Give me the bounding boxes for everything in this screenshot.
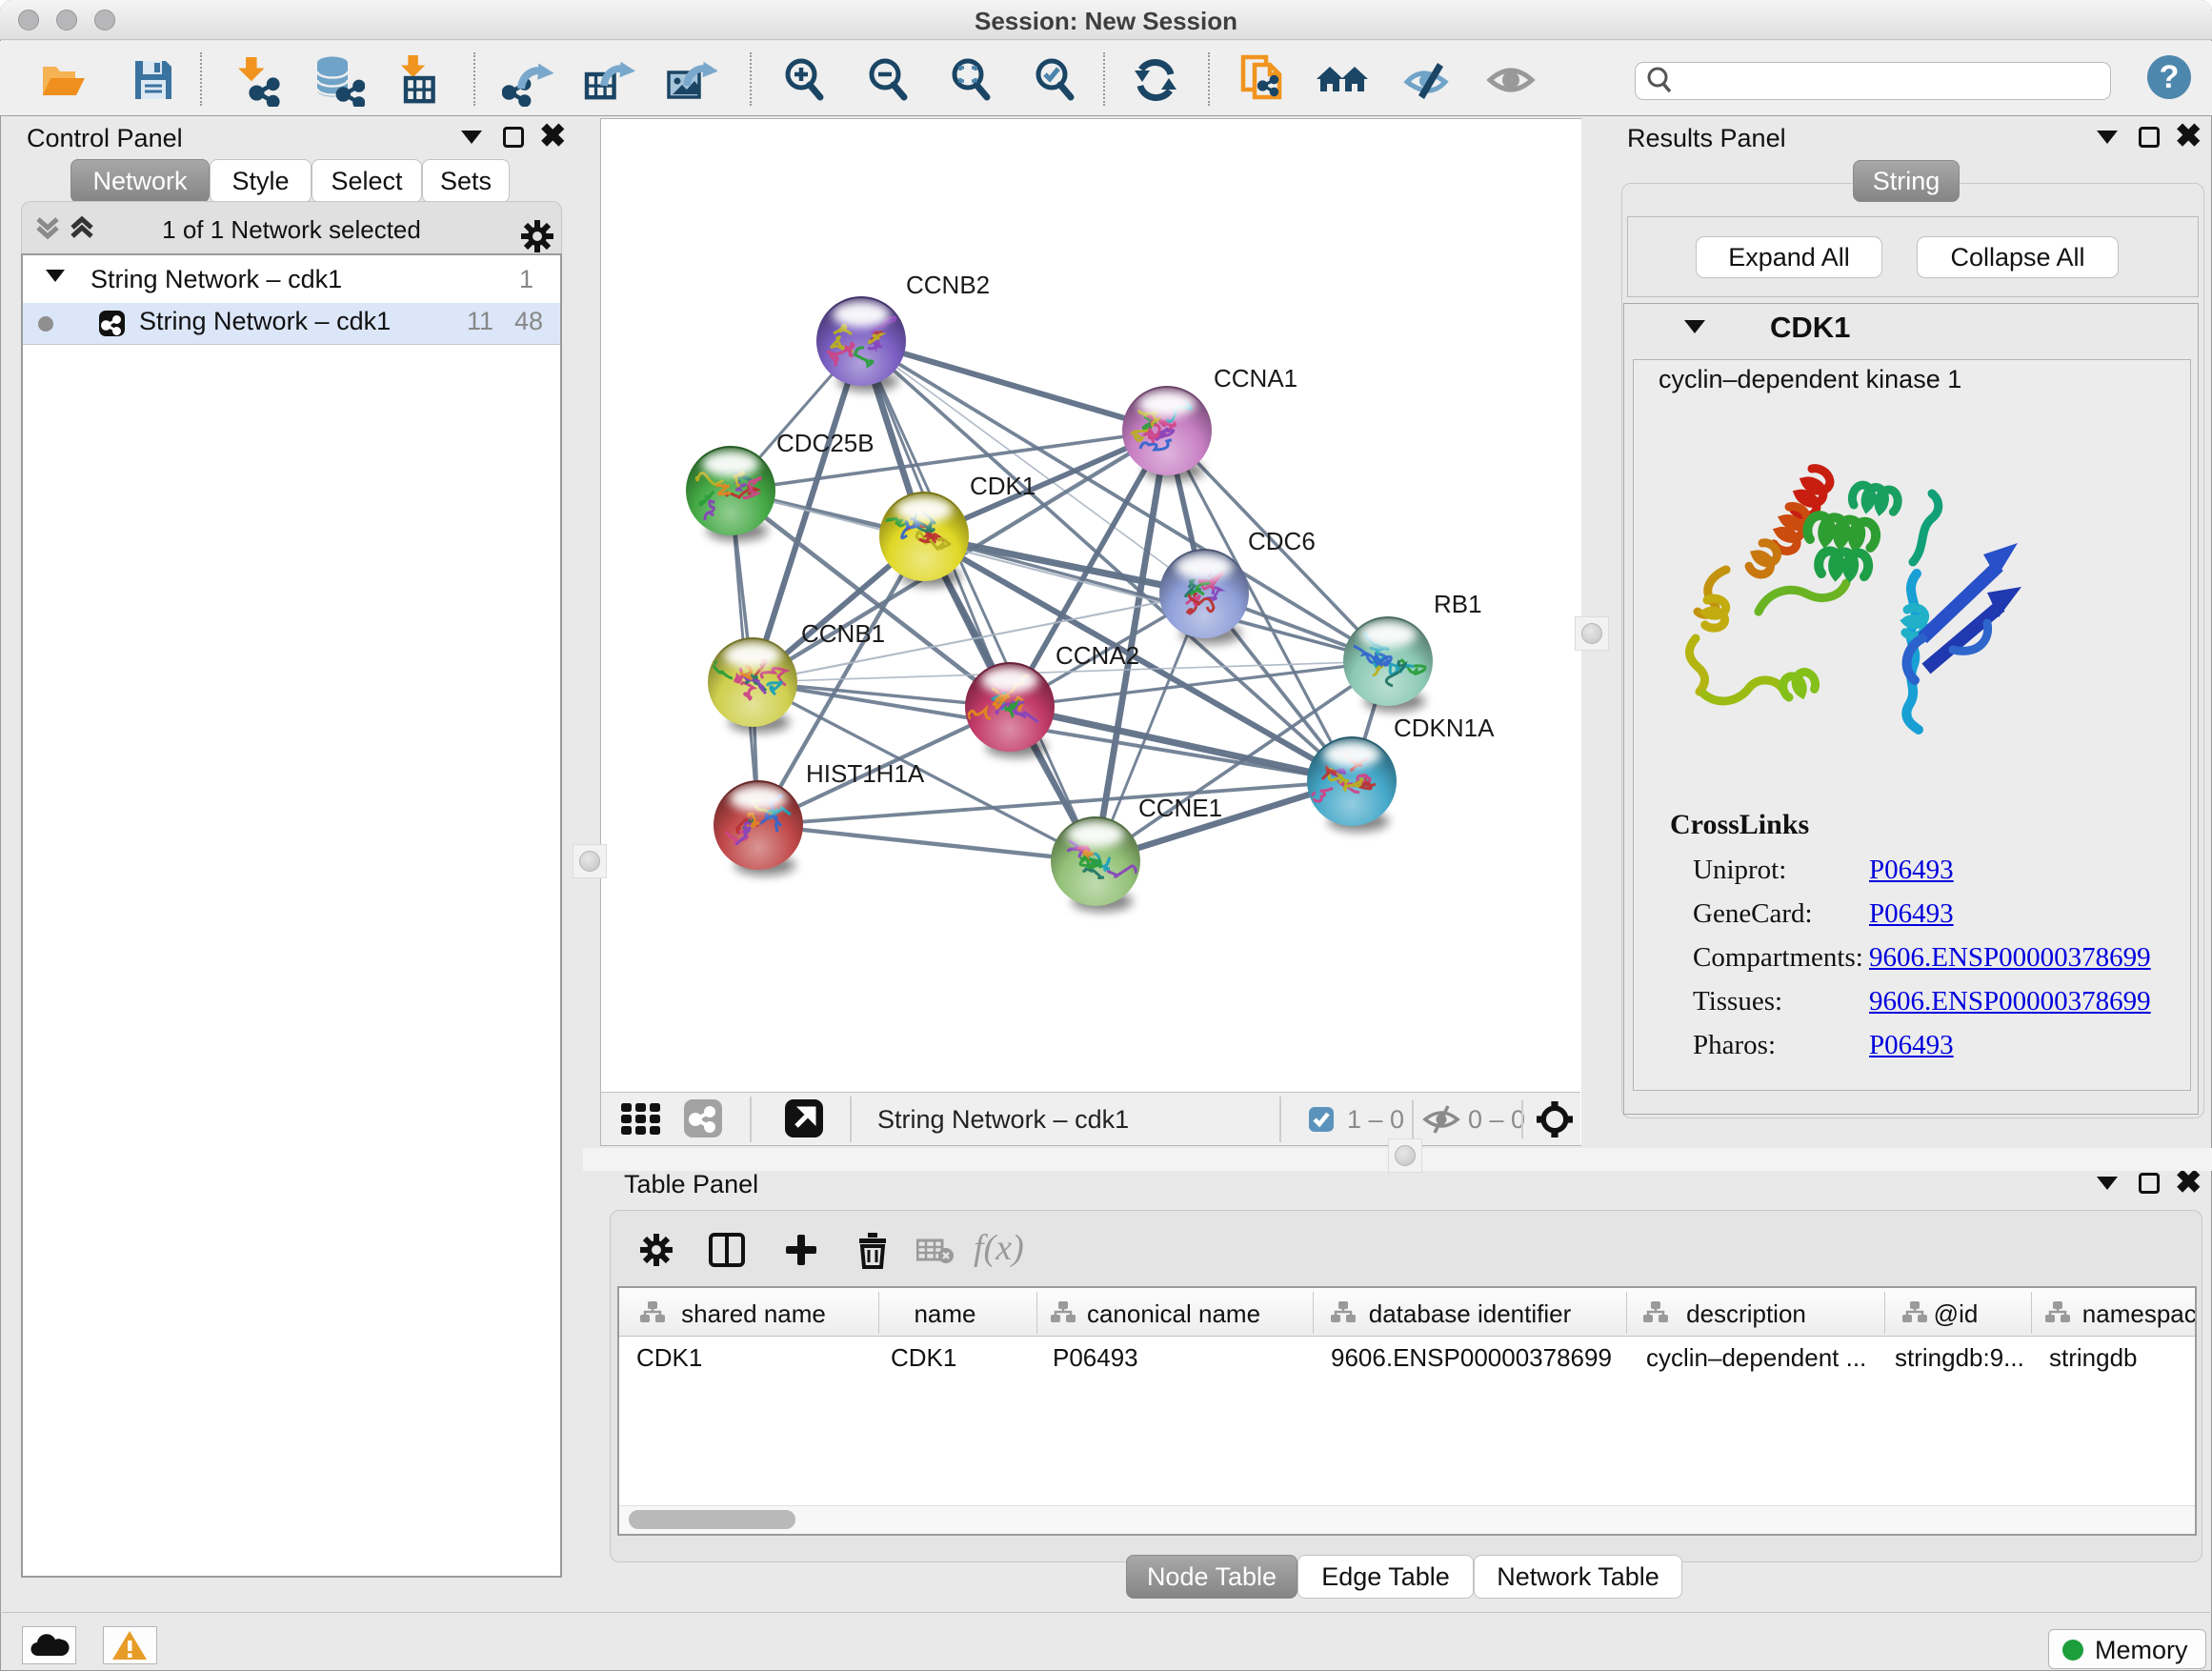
svg-text:CDC6: CDC6 (1248, 527, 1316, 555)
svg-text:CCNE1: CCNE1 (1138, 794, 1222, 822)
svg-text:HIST1H1A: HIST1H1A (806, 759, 925, 788)
svg-text:RB1: RB1 (1434, 590, 1482, 618)
svg-text:CDKN1A: CDKN1A (1394, 714, 1495, 742)
svg-text:CDC25B: CDC25B (776, 429, 875, 457)
svg-text:CCNA2: CCNA2 (1056, 641, 1139, 670)
svg-text:CCNB2: CCNB2 (906, 271, 990, 299)
svg-text:CCNA1: CCNA1 (1214, 364, 1297, 393)
svg-text:CCNB1: CCNB1 (801, 619, 885, 648)
svg-text:CDK1: CDK1 (970, 472, 1036, 500)
